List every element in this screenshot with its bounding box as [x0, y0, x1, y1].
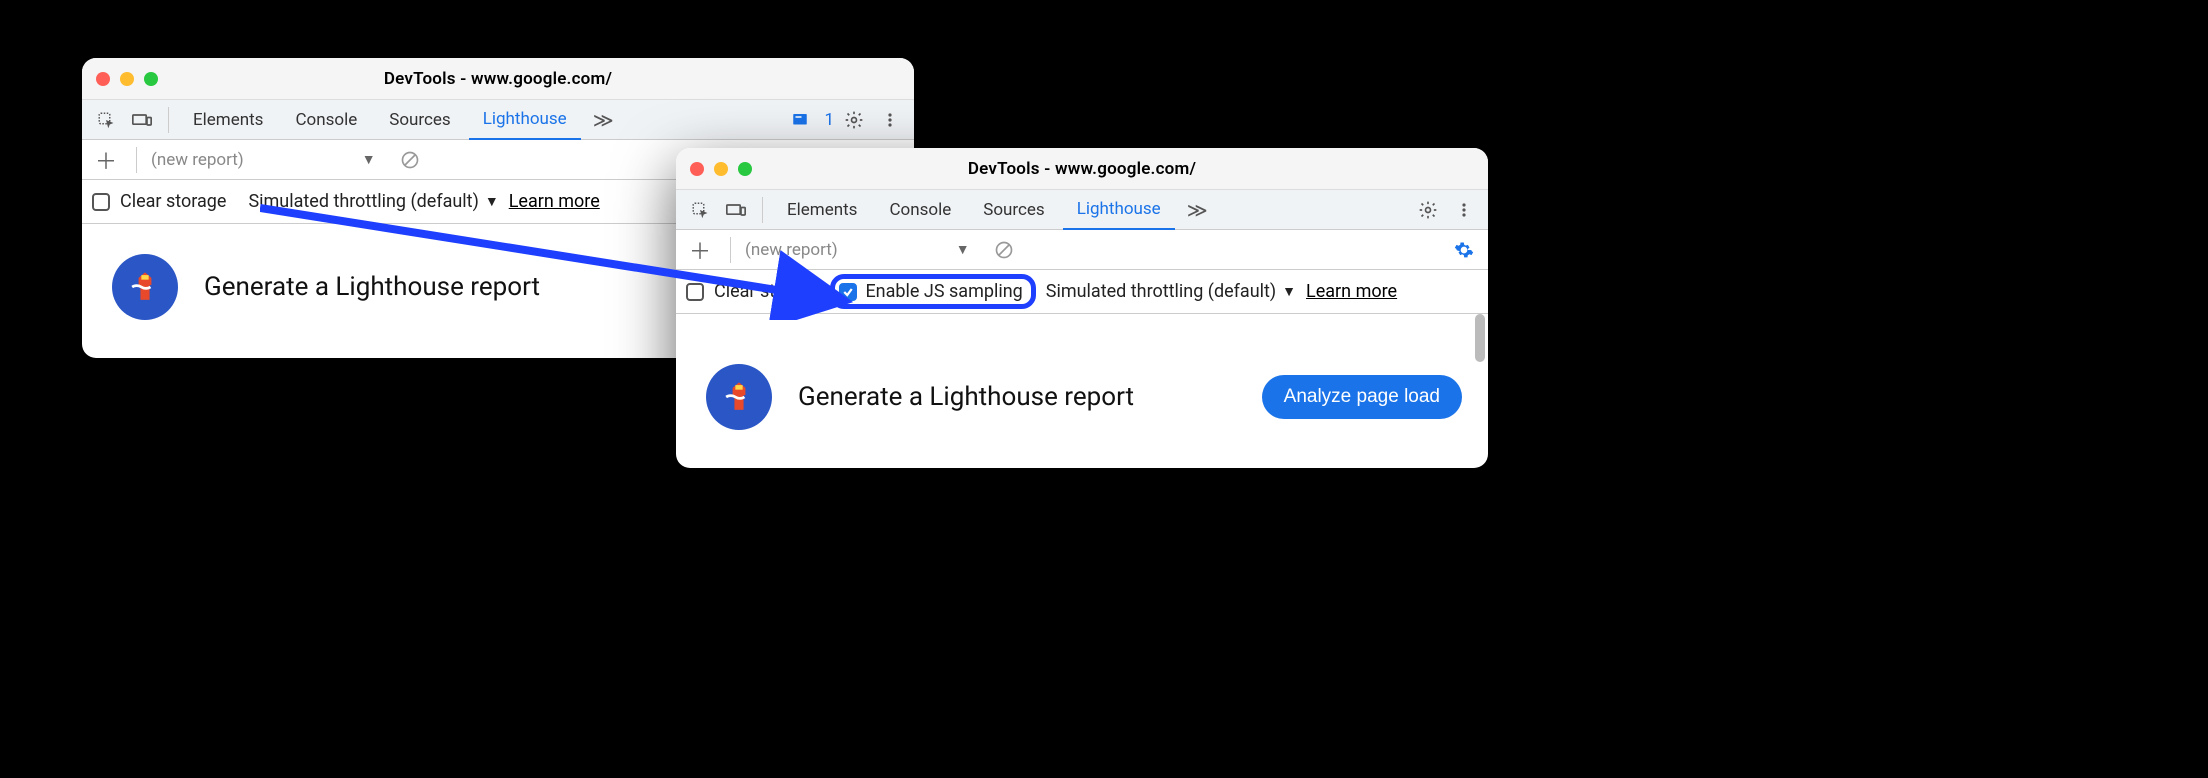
scrollbar-thumb[interactable]: [1475, 314, 1485, 362]
lighthouse-subbar: ＋ (new report) ▼: [676, 230, 1488, 270]
devtools-tabbar: Elements Console Sources Lighthouse ≫: [676, 190, 1488, 230]
devtools-window-after: DevTools - www.google.com/ Elements Cons…: [676, 148, 1488, 468]
tabs-overflow-icon[interactable]: ≫: [1179, 198, 1216, 222]
titlebar: DevTools - www.google.com/: [676, 148, 1488, 190]
tab-elements[interactable]: Elements: [179, 100, 277, 139]
clear-icon[interactable]: [988, 234, 1020, 266]
lighthouse-headline: Generate a Lighthouse report: [798, 382, 1134, 412]
divider: [730, 237, 731, 263]
issues-icon[interactable]: [784, 104, 816, 136]
divider: [168, 107, 169, 133]
settings-gear-icon[interactable]: [838, 104, 870, 136]
devtools-tabbar: Elements Console Sources Lighthouse ≫ 1: [82, 100, 914, 140]
clear-storage-label: Clear storage: [714, 281, 820, 302]
clear-storage-label: Clear storage: [120, 191, 226, 212]
report-select-caret-icon[interactable]: ▼: [956, 241, 970, 258]
divider: [136, 147, 137, 173]
report-select[interactable]: (new report): [151, 150, 244, 170]
new-report-plus-icon[interactable]: ＋: [684, 234, 716, 266]
throttling-value: Simulated throttling (default): [1046, 281, 1276, 302]
analyze-button[interactable]: Analyze page load: [1262, 375, 1462, 419]
report-select-caret-icon[interactable]: ▼: [362, 151, 376, 168]
chevron-down-icon: ▼: [485, 193, 499, 210]
device-toggle-icon[interactable]: [126, 104, 158, 136]
enable-js-sampling-label: Enable JS sampling: [865, 281, 1022, 302]
clear-storage-checkbox[interactable]: [92, 193, 110, 211]
clear-storage-checkbox[interactable]: [686, 283, 704, 301]
learn-more-link[interactable]: Learn more: [1306, 281, 1397, 302]
lighthouse-headline: Generate a Lighthouse report: [204, 272, 540, 302]
inspect-icon[interactable]: [684, 194, 716, 226]
tab-lighthouse[interactable]: Lighthouse: [1063, 191, 1175, 230]
inspect-icon[interactable]: [90, 104, 122, 136]
chevron-down-icon: ▼: [1282, 283, 1296, 300]
device-toggle-icon[interactable]: [720, 194, 752, 226]
enable-js-sampling-highlight: Enable JS sampling: [830, 274, 1035, 309]
issues-count: 1: [824, 110, 834, 130]
clear-icon[interactable]: [394, 144, 426, 176]
settings-gear-icon[interactable]: [1412, 194, 1444, 226]
throttling-select[interactable]: Simulated throttling (default) ▼: [248, 191, 498, 212]
tab-sources[interactable]: Sources: [375, 100, 464, 139]
titlebar: DevTools - www.google.com/: [82, 58, 914, 100]
tab-sources[interactable]: Sources: [969, 190, 1058, 229]
throttling-select[interactable]: Simulated throttling (default) ▼: [1046, 281, 1296, 302]
tab-lighthouse[interactable]: Lighthouse: [469, 101, 581, 140]
report-select[interactable]: (new report): [745, 240, 838, 260]
throttling-value: Simulated throttling (default): [248, 191, 478, 212]
new-report-plus-icon[interactable]: ＋: [90, 144, 122, 176]
window-title: DevTools - www.google.com/: [676, 159, 1488, 179]
tab-console[interactable]: Console: [875, 190, 965, 229]
learn-more-link[interactable]: Learn more: [509, 191, 600, 212]
tab-elements[interactable]: Elements: [773, 190, 871, 229]
kebab-menu-icon[interactable]: [1448, 194, 1480, 226]
window-title: DevTools - www.google.com/: [82, 69, 914, 89]
kebab-menu-icon[interactable]: [874, 104, 906, 136]
lighthouse-logo-icon: [112, 254, 178, 320]
lighthouse-body: Generate a Lighthouse report Analyze pag…: [676, 314, 1488, 468]
lighthouse-settings-gear-icon[interactable]: [1448, 234, 1480, 266]
lighthouse-logo-icon: [706, 364, 772, 430]
tab-console[interactable]: Console: [281, 100, 371, 139]
divider: [762, 197, 763, 223]
tabs-overflow-icon[interactable]: ≫: [585, 108, 622, 132]
enable-js-sampling-checkbox[interactable]: [839, 283, 857, 301]
lighthouse-options-bar: Clear storage Enable JS sampling Simulat…: [676, 270, 1488, 314]
